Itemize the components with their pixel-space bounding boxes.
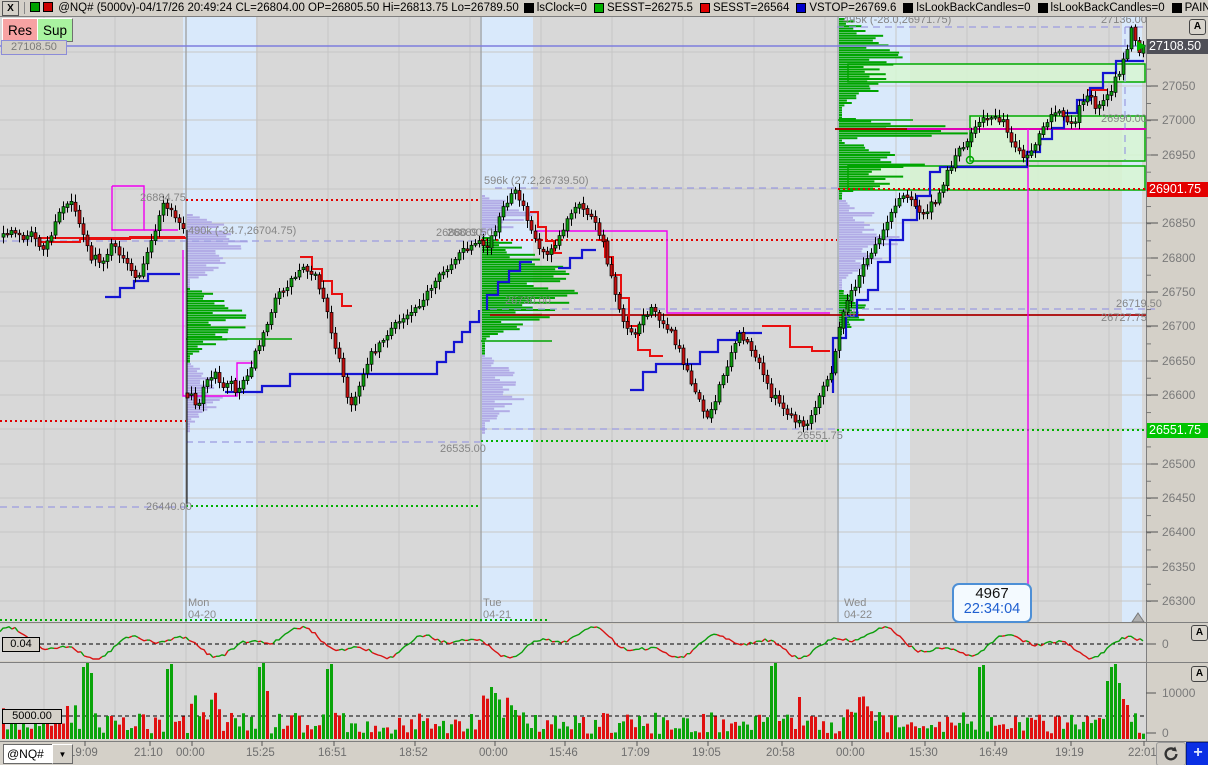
legend-swatch <box>796 3 806 13</box>
price-badge: 26901.75 <box>1147 182 1208 197</box>
volume-tick-label: 10000 <box>1162 687 1195 699</box>
level-label: 1d <box>843 309 855 320</box>
price-tick-label: 26650 <box>1162 355 1195 367</box>
level-label: 26551.75 <box>797 431 843 442</box>
clock-time: 22:34:04 <box>954 602 1030 617</box>
legend-swatch <box>1172 3 1182 13</box>
chart-window: X @NQ# (5000v)-04/17/26 20:49:24 CL=2680… <box>0 0 1208 765</box>
price-badge: 26551.75 <box>1147 423 1208 438</box>
title-bar: X @NQ# (5000v)-04/17/26 20:49:24 CL=2680… <box>0 0 1208 17</box>
volume-tick-label: 0 <box>1162 727 1169 739</box>
time-tick-label: 15:25 <box>246 747 275 759</box>
chart-canvas[interactable] <box>0 0 1208 765</box>
legend-item: SESST=26564 <box>700 2 789 14</box>
price-tick-label: 26400 <box>1162 526 1195 538</box>
refresh-icon <box>1162 745 1180 763</box>
time-tick-label: 15:30 <box>909 747 938 759</box>
symbol-status-text: @NQ# (5000v)-04/17/26 20:49:24 CL=26804.… <box>58 2 519 14</box>
time-tick-label: 00:00 <box>836 747 865 759</box>
price-tick-label: 26300 <box>1162 595 1195 607</box>
autoscale-button[interactable]: A <box>1191 625 1208 641</box>
time-tick-label: 21:10 <box>134 747 163 759</box>
level-label: 26440.00 <box>146 502 192 513</box>
legend-swatch <box>700 3 710 13</box>
price-tick-label: 26350 <box>1162 561 1195 573</box>
close-icon[interactable]: X <box>2 1 19 16</box>
legend-item: SESST=26275.5 <box>594 2 693 14</box>
level-label: 596k (27.2,26739.50) <box>484 176 589 187</box>
time-tick-label: 16:51 <box>318 747 347 759</box>
level-label: 490k (-34.7,26704.75) <box>188 226 296 237</box>
level-label: 26730.00 <box>505 296 551 307</box>
legend-swatch <box>524 3 534 13</box>
osc-zero-label: 0 <box>1162 638 1169 650</box>
series-swatch <box>30 2 40 12</box>
level-label: 26884.75 <box>140 193 186 204</box>
price-tick-label: 27000 <box>1162 114 1195 126</box>
symbol-combo-value[interactable]: @NQ# <box>3 744 52 764</box>
time-tick-label: 20:58 <box>766 747 795 759</box>
time-tick-label: 17:09 <box>621 747 650 759</box>
time-tick-label: 00:00 <box>479 747 508 759</box>
price-tick-label: 26600 <box>1162 389 1195 401</box>
time-tick-label: 15:46 <box>549 747 578 759</box>
chevron-down-icon[interactable]: ▼ <box>52 744 73 764</box>
volume-threshold-label: 5000.00 <box>2 709 62 724</box>
symbol-combo[interactable]: @NQ# ▼ <box>3 744 73 764</box>
legend-swatch <box>903 3 913 13</box>
series-swatch <box>43 2 53 12</box>
time-tick-label: 19:05 <box>692 747 721 759</box>
time-tick-label: 18:52 <box>399 747 428 759</box>
legend-item: lsLookBackCandles=0 <box>1038 2 1165 14</box>
plus-button[interactable]: + <box>1186 742 1208 765</box>
resistance-button[interactable]: Res <box>2 18 38 42</box>
autoscale-button[interactable]: A <box>1189 19 1206 35</box>
level-label: 26889.50 <box>447 228 493 239</box>
autoscale-button[interactable]: A <box>1191 666 1208 682</box>
refresh-button[interactable] <box>1156 742 1186 765</box>
clock-count: 4967 <box>954 585 1030 602</box>
level-label: 26719.50 <box>1116 299 1162 310</box>
time-tick-label: 19:19 <box>1055 747 1084 759</box>
legend-item: PAINT FALSE <box>1172 2 1208 14</box>
indicator-legend: lsClock=0 SESST=26275.5 SESST=26564 VSTO… <box>524 2 1208 14</box>
price-tick-label: 26850 <box>1162 217 1195 229</box>
price-tick-label: 26750 <box>1162 286 1195 298</box>
time-tick-label: 19:09 <box>69 747 98 759</box>
level-label: 26535.00 <box>440 444 486 455</box>
legend-item: lsClock=0 <box>524 2 587 14</box>
time-tick-label: 16:49 <box>979 747 1008 759</box>
price-tick-label: 26800 <box>1162 252 1195 264</box>
current-price-label-left: 27108.50 <box>1 40 67 55</box>
session-label: Tue04-21 <box>483 597 511 621</box>
price-tick-label: 26950 <box>1162 149 1195 161</box>
countdown-clock: 4967 22:34:04 <box>952 583 1032 623</box>
legend-item: lsLookBackCandles=0 <box>903 2 1030 14</box>
session-label: Wed04-22 <box>844 597 872 621</box>
time-tick-label: 22:01 <box>1128 747 1157 759</box>
legend-swatch <box>1038 3 1048 13</box>
level-label: 26990.00 <box>1101 114 1147 125</box>
support-button[interactable]: Sup <box>37 18 73 42</box>
legend-swatch <box>594 3 604 13</box>
price-tick-label: 26700 <box>1162 320 1195 332</box>
series-swatches <box>30 2 53 15</box>
session-label: Mon04-20 <box>188 597 216 621</box>
titlebar-separator <box>24 2 25 14</box>
osc-value-label: 0.04 <box>2 637 40 652</box>
level-label: 26727.75 <box>1101 313 1147 324</box>
time-tick-label: 00:00 <box>176 747 205 759</box>
price-tick-label: 26450 <box>1162 492 1195 504</box>
price-tick-label: 26500 <box>1162 458 1195 470</box>
price-tick-label: 27050 <box>1162 80 1195 92</box>
price-badge: 27108.50 <box>1147 39 1208 54</box>
legend-item: VSTOP=26769.6 <box>796 2 896 14</box>
